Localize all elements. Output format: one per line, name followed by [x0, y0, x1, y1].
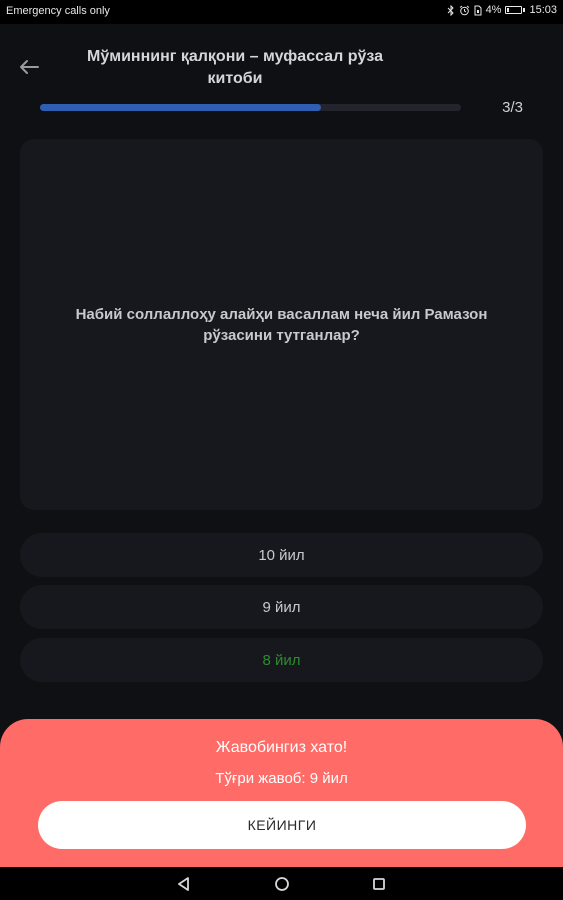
- navigation-bar: [0, 867, 563, 900]
- quiz-screen: Emergency calls only 4% 15:03 Мўминнинг …: [0, 0, 563, 900]
- answer-option-label: 8 йил: [262, 651, 301, 669]
- status-icons: 4% 15:03: [447, 4, 557, 16]
- quiz-progress-bar: [40, 104, 461, 111]
- back-triangle-icon: [178, 877, 189, 891]
- arrow-left-icon: [20, 60, 39, 74]
- correct-answer-text: Тўғри жавоб: 9 йил: [215, 770, 348, 787]
- bluetooth-icon: [447, 4, 455, 16]
- sim-icon: [474, 5, 482, 16]
- recents-square-icon: [373, 878, 385, 890]
- home-circle-icon: [275, 877, 289, 891]
- alarm-icon: [459, 5, 470, 16]
- answer-option-2[interactable]: 9 йил: [20, 585, 543, 629]
- answer-option-3[interactable]: 8 йил: [20, 638, 543, 682]
- page-title: Мўминнинг қалқони – муфассал рўза китоби: [87, 48, 383, 87]
- battery-percent: 4%: [485, 4, 502, 16]
- nav-back-button[interactable]: [175, 875, 193, 893]
- carrier-text: Emergency calls only: [6, 5, 110, 17]
- next-button[interactable]: КЕЙИНГИ: [38, 801, 526, 849]
- result-title: Жавобингиз хато!: [215, 739, 348, 756]
- answer-option-1[interactable]: 10 йил: [20, 533, 543, 577]
- result-sheet: Жавобингиз хато! Тўғри жавоб: 9 йил КЕЙИ…: [0, 719, 563, 867]
- question-card: Набий соллаллоҳу алайҳи васаллам неча йи…: [20, 139, 543, 510]
- question-text: Набий соллаллоҳу алайҳи васаллам неча йи…: [75, 305, 488, 344]
- progress-counter: 3/3: [502, 99, 523, 116]
- answer-option-label: 9 йил: [262, 598, 301, 616]
- status-bar: Emergency calls only 4% 15:03: [0, 0, 563, 24]
- quiz-progress-fill: [40, 104, 321, 111]
- nav-recents-button[interactable]: [370, 875, 388, 893]
- status-time: 15:03: [529, 4, 557, 16]
- back-button[interactable]: [14, 54, 44, 80]
- answer-option-label: 10 йил: [258, 546, 305, 564]
- battery-icon: [505, 6, 526, 14]
- nav-home-button[interactable]: [273, 875, 291, 893]
